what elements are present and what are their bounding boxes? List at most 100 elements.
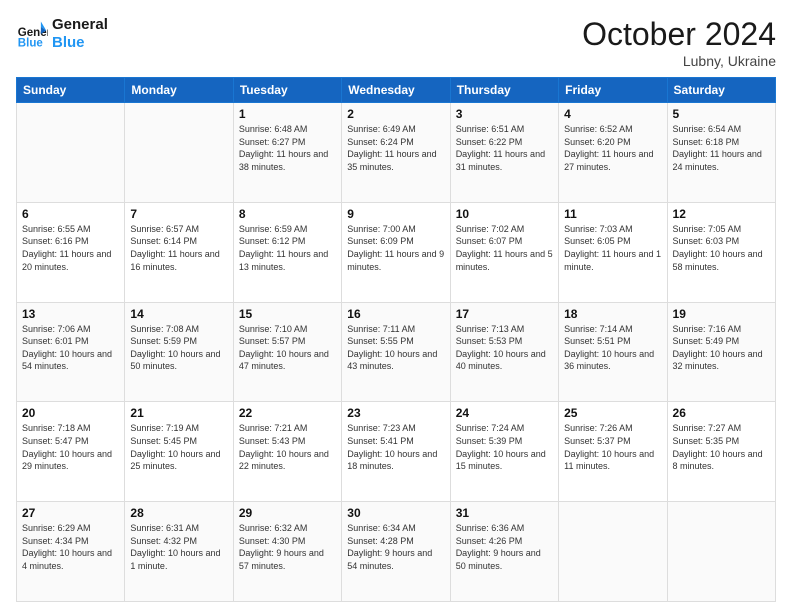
day-number: 11 — [564, 207, 661, 221]
day-number: 6 — [22, 207, 119, 221]
day-number: 22 — [239, 406, 336, 420]
month-title: October 2024 — [582, 16, 776, 53]
calendar-cell: 26 Sunrise: 7:27 AM Sunset: 5:35 PM Dayli… — [667, 402, 775, 502]
day-number: 26 — [673, 406, 770, 420]
calendar-cell: 31 Sunrise: 6:36 AM Sunset: 4:26 PM Dayli… — [450, 502, 558, 602]
calendar-week-row: 6 Sunrise: 6:55 AM Sunset: 6:16 PM Daylig… — [17, 202, 776, 302]
calendar-cell: 10 Sunrise: 7:02 AM Sunset: 6:07 PM Dayli… — [450, 202, 558, 302]
svg-text:Blue: Blue — [18, 37, 44, 49]
calendar-cell: 15 Sunrise: 7:10 AM Sunset: 5:57 PM Dayli… — [233, 302, 341, 402]
title-block: October 2024 Lubny, Ukraine — [582, 16, 776, 69]
calendar-cell: 25 Sunrise: 7:26 AM Sunset: 5:37 PM Dayli… — [559, 402, 667, 502]
calendar-cell: 23Sunrise: 7:23 AM Sunset: 5:41 PM Dayli… — [342, 402, 450, 502]
day-info: Sunrise: 7:26 AM Sunset: 5:37 PM Dayligh… — [564, 422, 661, 472]
calendar-cell: 17 Sunrise: 7:13 AM Sunset: 5:53 PM Dayli… — [450, 302, 558, 402]
day-info: Sunrise: 6:52 AM Sunset: 6:20 PM Dayligh… — [564, 123, 661, 173]
calendar-cell: 2Sunrise: 6:49 AM Sunset: 6:24 PM Daylig… — [342, 103, 450, 203]
day-number: 30 — [347, 506, 444, 520]
calendar-cell: 30 Sunrise: 6:34 AM Sunset: 4:28 PM Dayli… — [342, 502, 450, 602]
day-number: 19 — [673, 307, 770, 321]
day-of-week-header: Friday — [559, 78, 667, 103]
day-number: 1 — [239, 107, 336, 121]
subtitle: Lubny, Ukraine — [582, 53, 776, 69]
day-number: 8 — [239, 207, 336, 221]
day-info: Sunrise: 6:36 AM Sunset: 4:26 PM Dayligh… — [456, 522, 553, 572]
day-info: Sunrise: 7:11 AM Sunset: 5:55 PM Dayligh… — [347, 323, 444, 373]
day-info: Sunrise: 6:31 AM Sunset: 4:32 PM Dayligh… — [130, 522, 227, 572]
logo-icon: General Blue — [16, 18, 48, 50]
day-number: 12 — [673, 207, 770, 221]
calendar-cell — [667, 502, 775, 602]
day-info: Sunrise: 7:03 AM Sunset: 6:05 PM Dayligh… — [564, 223, 661, 273]
day-info: Sunrise: 7:19 AM Sunset: 5:45 PM Dayligh… — [130, 422, 227, 472]
day-number: 20 — [22, 406, 119, 420]
day-of-week-header: Thursday — [450, 78, 558, 103]
day-info: Sunrise: 7:10 AM Sunset: 5:57 PM Dayligh… — [239, 323, 336, 373]
day-info: Sunrise: 6:55 AM Sunset: 6:16 PM Dayligh… — [22, 223, 119, 273]
day-number: 24 — [456, 406, 553, 420]
calendar-cell: 27Sunrise: 6:29 AM Sunset: 4:34 PM Dayli… — [17, 502, 125, 602]
day-number: 13 — [22, 307, 119, 321]
calendar-cell: 16 Sunrise: 7:11 AM Sunset: 5:55 PM Dayli… — [342, 302, 450, 402]
calendar-cell: 22 Sunrise: 7:21 AM Sunset: 5:43 PM Dayli… — [233, 402, 341, 502]
day-number: 10 — [456, 207, 553, 221]
calendar-cell: 4 Sunrise: 6:52 AM Sunset: 6:20 PM Daylig… — [559, 103, 667, 203]
calendar-cell — [17, 103, 125, 203]
day-of-week-header: Sunday — [17, 78, 125, 103]
day-number: 5 — [673, 107, 770, 121]
calendar-cell: 14 Sunrise: 7:08 AM Sunset: 5:59 PM Dayli… — [125, 302, 233, 402]
day-info: Sunrise: 6:49 AM Sunset: 6:24 PM Dayligh… — [347, 123, 444, 173]
logo-text: General Blue — [52, 16, 108, 52]
day-of-week-header: Monday — [125, 78, 233, 103]
calendar-header-row: SundayMondayTuesdayWednesdayThursdayFrid… — [17, 78, 776, 103]
day-of-week-header: Wednesday — [342, 78, 450, 103]
day-info: Sunrise: 7:05 AM Sunset: 6:03 PM Dayligh… — [673, 223, 770, 273]
day-number: 16 — [347, 307, 444, 321]
day-info: Sunrise: 6:51 AM Sunset: 6:22 PM Dayligh… — [456, 123, 553, 173]
calendar-cell: 12 Sunrise: 7:05 AM Sunset: 6:03 PM Dayli… — [667, 202, 775, 302]
calendar-cell: 24 Sunrise: 7:24 AM Sunset: 5:39 PM Dayli… — [450, 402, 558, 502]
calendar-cell: 8Sunrise: 6:59 AM Sunset: 6:12 PM Daylig… — [233, 202, 341, 302]
day-number: 3 — [456, 107, 553, 121]
calendar-cell: 13 Sunrise: 7:06 AM Sunset: 6:01 PM Dayli… — [17, 302, 125, 402]
calendar-cell: 3 Sunrise: 6:51 AM Sunset: 6:22 PM Daylig… — [450, 103, 558, 203]
calendar-cell: 20 Sunrise: 7:18 AM Sunset: 5:47 PM Dayli… — [17, 402, 125, 502]
calendar-cell: 7Sunrise: 6:57 AM Sunset: 6:14 PM Daylig… — [125, 202, 233, 302]
day-number: 4 — [564, 107, 661, 121]
day-info: Sunrise: 7:18 AM Sunset: 5:47 PM Dayligh… — [22, 422, 119, 472]
day-number: 29 — [239, 506, 336, 520]
calendar-week-row: 27Sunrise: 6:29 AM Sunset: 4:34 PM Dayli… — [17, 502, 776, 602]
day-number: 15 — [239, 307, 336, 321]
calendar-cell: 1 Sunrise: 6:48 AM Sunset: 6:27 PM Daylig… — [233, 103, 341, 203]
logo: General Blue General Blue — [16, 16, 108, 52]
day-number: 18 — [564, 307, 661, 321]
calendar-cell: 19 Sunrise: 7:16 AM Sunset: 5:49 PM Dayli… — [667, 302, 775, 402]
day-number: 25 — [564, 406, 661, 420]
day-info: Sunrise: 7:27 AM Sunset: 5:35 PM Dayligh… — [673, 422, 770, 472]
calendar-week-row: 20 Sunrise: 7:18 AM Sunset: 5:47 PM Dayli… — [17, 402, 776, 502]
day-info: Sunrise: 7:14 AM Sunset: 5:51 PM Dayligh… — [564, 323, 661, 373]
day-info: Sunrise: 6:48 AM Sunset: 6:27 PM Dayligh… — [239, 123, 336, 173]
day-info: Sunrise: 7:16 AM Sunset: 5:49 PM Dayligh… — [673, 323, 770, 373]
day-info: Sunrise: 6:34 AM Sunset: 4:28 PM Dayligh… — [347, 522, 444, 572]
day-of-week-header: Saturday — [667, 78, 775, 103]
header: General Blue General Blue October 2024 L… — [16, 16, 776, 69]
day-number: 17 — [456, 307, 553, 321]
day-info: Sunrise: 7:13 AM Sunset: 5:53 PM Dayligh… — [456, 323, 553, 373]
day-info: Sunrise: 7:24 AM Sunset: 5:39 PM Dayligh… — [456, 422, 553, 472]
calendar-cell: 28Sunrise: 6:31 AM Sunset: 4:32 PM Dayli… — [125, 502, 233, 602]
day-info: Sunrise: 7:02 AM Sunset: 6:07 PM Dayligh… — [456, 223, 553, 273]
day-info: Sunrise: 7:21 AM Sunset: 5:43 PM Dayligh… — [239, 422, 336, 472]
calendar-cell: 29Sunrise: 6:32 AM Sunset: 4:30 PM Dayli… — [233, 502, 341, 602]
day-info: Sunrise: 7:06 AM Sunset: 6:01 PM Dayligh… — [22, 323, 119, 373]
day-info: Sunrise: 7:08 AM Sunset: 5:59 PM Dayligh… — [130, 323, 227, 373]
day-number: 21 — [130, 406, 227, 420]
day-info: Sunrise: 7:00 AM Sunset: 6:09 PM Dayligh… — [347, 223, 444, 273]
calendar-cell: 11 Sunrise: 7:03 AM Sunset: 6:05 PM Dayli… — [559, 202, 667, 302]
calendar-week-row: 13 Sunrise: 7:06 AM Sunset: 6:01 PM Dayli… — [17, 302, 776, 402]
day-number: 14 — [130, 307, 227, 321]
day-number: 7 — [130, 207, 227, 221]
calendar-table: SundayMondayTuesdayWednesdayThursdayFrid… — [16, 77, 776, 602]
day-number: 31 — [456, 506, 553, 520]
calendar-cell: 18 Sunrise: 7:14 AM Sunset: 5:51 PM Dayli… — [559, 302, 667, 402]
